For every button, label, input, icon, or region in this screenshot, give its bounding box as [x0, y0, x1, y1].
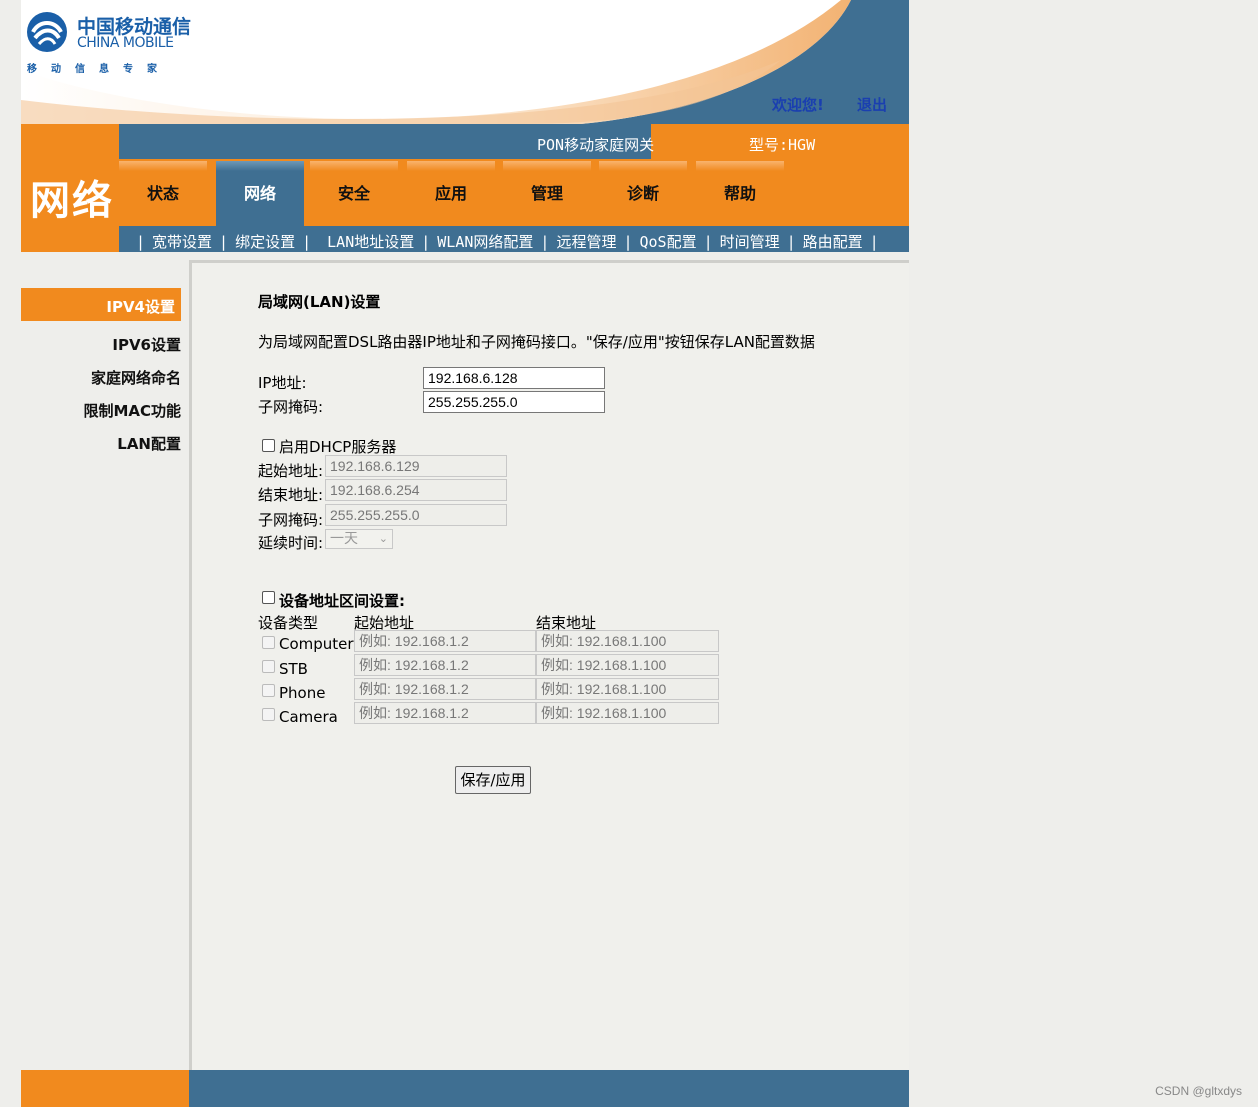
dhcp-enable-checkbox[interactable]: [262, 439, 275, 452]
sidebar-item-ipv4[interactable]: IPV4设置: [21, 288, 181, 321]
tab-application[interactable]: 应用: [407, 161, 495, 226]
device-checkbox-computer[interactable]: [262, 636, 275, 649]
device-checkbox-camera[interactable]: [262, 708, 275, 721]
range-end-input[interactable]: 例如: 192.168.1.100: [536, 654, 719, 676]
save-apply-button[interactable]: 保存/应用: [455, 766, 531, 794]
tab-security[interactable]: 安全: [310, 161, 398, 226]
section-title: 网络: [30, 177, 114, 224]
range-enable-checkbox[interactable]: [262, 591, 275, 604]
china-mobile-logo: 中国移动通信 CHINA MOBILE 移动信息专家: [25, 10, 195, 76]
gateway-frame: 中国移动通信 CHINA MOBILE 移动信息专家 欢迎您! 退出 网络 PO…: [21, 0, 909, 1107]
subnav-remote[interactable]: 远程管理: [556, 233, 616, 251]
sidebar-item-mac-limit[interactable]: 限制MAC功能: [83, 400, 181, 421]
subnav-lan-address[interactable]: LAN地址设置: [327, 233, 414, 251]
model-label: 型号:HGW: [749, 136, 816, 154]
nav-band: 网络 PON移动家庭网关 型号:HGW 状态 网络 安全 应用 管理 诊断 帮助…: [21, 124, 909, 252]
subnav-time[interactable]: 时间管理: [720, 233, 780, 251]
subnet-mask-input[interactable]: 255.255.255.0: [423, 391, 605, 413]
device-type-stb: STB: [279, 660, 308, 678]
gateway-name: PON移动家庭网关: [537, 136, 655, 154]
range-start-input[interactable]: 例如: 192.168.1.2: [354, 702, 536, 724]
tab-diagnostics[interactable]: 诊断: [599, 161, 687, 226]
sidebar: IPV4设置 IPV6设置 家庭网络命名 限制MAC功能 LAN配置: [21, 252, 189, 1070]
mask-label: 子网掩码:: [258, 398, 324, 416]
subnav-qos[interactable]: QoS配置: [639, 233, 696, 251]
watermark: CSDN @gltxdys: [1155, 1084, 1242, 1098]
dhcp-start-label: 起始地址:: [258, 462, 324, 480]
device-type-camera: Camera: [279, 708, 338, 726]
device-type-computer: Computer: [279, 635, 354, 653]
sidebar-item-network-name[interactable]: 家庭网络命名: [91, 367, 181, 388]
dhcp-start-input[interactable]: 192.168.6.129: [325, 455, 507, 477]
sidebar-item-ipv6[interactable]: IPV6设置: [112, 334, 181, 355]
ip-label: IP地址:: [258, 374, 307, 392]
tab-status[interactable]: 状态: [119, 161, 207, 226]
tab-help[interactable]: 帮助: [696, 161, 784, 226]
dhcp-mask-input[interactable]: 255.255.255.0: [325, 504, 507, 526]
device-checkbox-phone[interactable]: [262, 684, 275, 697]
range-end-input[interactable]: 例如: 192.168.1.100: [536, 630, 719, 652]
lease-time-select[interactable]: 一天 ⌄: [325, 529, 393, 549]
footer-left: [21, 1070, 189, 1107]
page-title: 局域网(LAN)设置: [258, 293, 381, 311]
dhcp-enable-label: 启用DHCP服务器: [279, 438, 397, 456]
sidebar-item-label: IPV4设置: [106, 298, 175, 316]
logo-english-text: CHINA MOBILE: [77, 35, 174, 51]
ip-address-input[interactable]: 192.168.6.128: [423, 367, 605, 389]
subnav-routing[interactable]: 路由配置: [803, 233, 863, 251]
welcome-text: 欢迎您!: [772, 96, 824, 114]
sidebar-item-lan-config[interactable]: LAN配置: [117, 433, 181, 454]
page-description: 为局域网配置DSL路由器IP地址和子网掩码接口。"保存/应用"按钮保存LAN配置…: [258, 333, 815, 351]
chevron-down-icon: ⌄: [378, 532, 388, 545]
logo-slogan: 移动信息专家: [27, 64, 171, 75]
sub-navigation: | 宽带设置 | 绑定设置 | LAN地址设置 | WLAN网络配置 | 远程管理 | QoS配置 |…: [119, 226, 909, 252]
range-end-input[interactable]: 例如: 192.168.1.100: [536, 678, 719, 700]
tab-network[interactable]: 网络: [216, 161, 304, 226]
device-type-phone: Phone: [279, 684, 326, 702]
device-checkbox-stb[interactable]: [262, 660, 275, 673]
main-content: 局域网(LAN)设置 为局域网配置DSL路由器IP地址和子网掩码接口。"保存/应…: [189, 260, 909, 1070]
section-box: 网络: [21, 124, 119, 252]
header: 中国移动通信 CHINA MOBILE 移动信息专家 欢迎您! 退出: [21, 0, 909, 124]
dhcp-end-input[interactable]: 192.168.6.254: [325, 479, 507, 501]
range-start-input[interactable]: 例如: 192.168.1.2: [354, 630, 536, 652]
tab-management[interactable]: 管理: [503, 161, 591, 226]
footer-right: [189, 1070, 909, 1107]
subnav-wlan[interactable]: WLAN网络配置: [437, 233, 533, 251]
lease-time-value: 一天: [330, 531, 358, 547]
subnav-broadband[interactable]: 宽带设置: [152, 233, 212, 251]
logout-link[interactable]: 退出: [857, 94, 887, 115]
china-mobile-emblem-icon: [27, 12, 67, 52]
range-start-input[interactable]: 例如: 192.168.1.2: [354, 654, 536, 676]
dhcp-mask-label: 子网掩码:: [258, 511, 324, 529]
range-end-input[interactable]: 例如: 192.168.1.100: [536, 702, 719, 724]
dhcp-end-label: 结束地址:: [258, 486, 324, 504]
col-device-type: 设备类型: [258, 614, 319, 632]
range-start-input[interactable]: 例如: 192.168.1.2: [354, 678, 536, 700]
subnav-binding[interactable]: 绑定设置: [235, 233, 295, 251]
range-enable-label: 设备地址区间设置:: [279, 592, 405, 610]
lease-time-label: 延续时间:: [258, 534, 324, 552]
